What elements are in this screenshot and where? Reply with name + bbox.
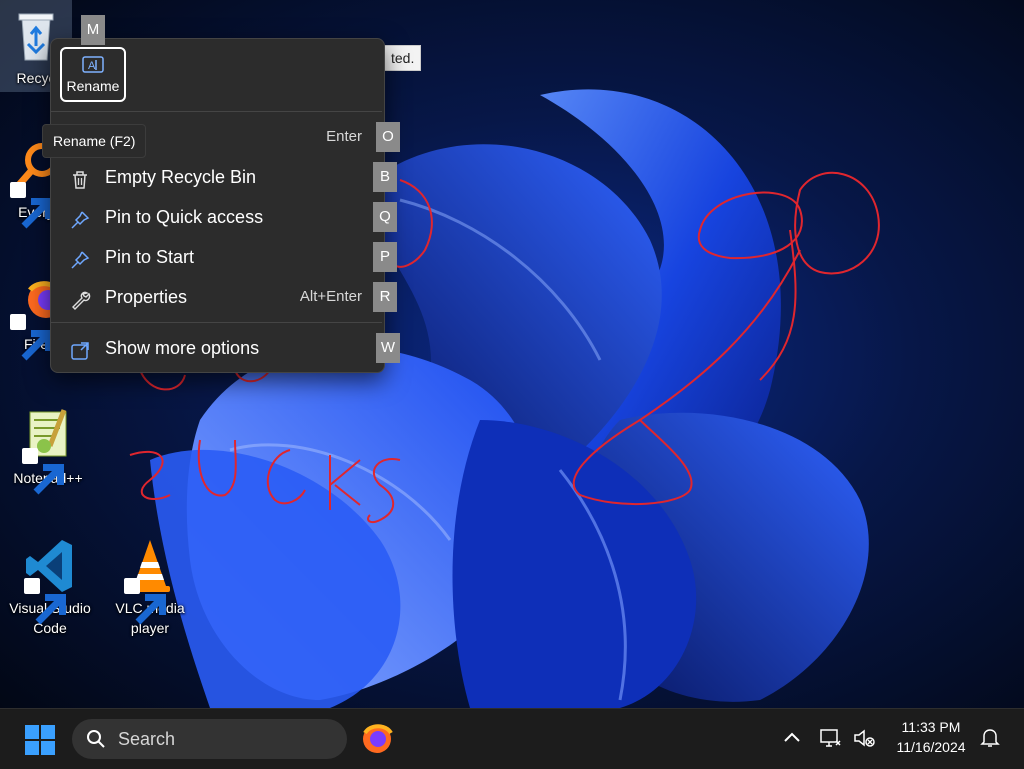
- menu-item-properties-shortcut: Alt+Enter: [299, 288, 362, 305]
- chevron-up-icon[interactable]: [780, 726, 804, 750]
- rename-button[interactable]: A Rename: [60, 47, 126, 102]
- search-icon: [86, 729, 106, 749]
- taskbar-search-box[interactable]: Search: [72, 719, 347, 759]
- shortcut-arrow-icon: [124, 578, 166, 625]
- rename-icon: A: [62, 54, 124, 76]
- taskbar: Search 11:33 PM 11/16/2024: [0, 708, 1024, 769]
- menu-item-pin-to-start-label: Pin to Start: [105, 247, 195, 267]
- menu-item-pin-quick-access-label: Pin to Quick access: [105, 207, 264, 227]
- access-key-badge-pin-start: P: [373, 242, 397, 272]
- menu-item-open-shortcut: Enter: [326, 128, 362, 145]
- access-key-badge-empty: B: [373, 162, 397, 192]
- clock-date: 11/16/2024: [896, 739, 966, 755]
- menu-item-properties-label: Properties: [105, 287, 188, 307]
- taskbar-clock[interactable]: 11:33 PM 11/16/2024: [884, 717, 978, 757]
- shortcut-arrow-icon: [10, 182, 52, 229]
- access-key-badge-open: O: [376, 122, 400, 152]
- search-placeholder: Search: [118, 729, 176, 749]
- menu-separator: [51, 322, 382, 323]
- shortcut-arrow-icon: [24, 578, 66, 625]
- taskbar-firefox-button[interactable]: [360, 721, 394, 755]
- share-icon: [69, 338, 91, 360]
- pin-icon: [69, 207, 91, 229]
- access-key-badge-properties: R: [373, 282, 397, 312]
- volume-muted-icon[interactable]: [852, 726, 876, 750]
- context-menu: A Rename Enter Empty Recycle Bin Pin to …: [50, 38, 385, 373]
- rename-tooltip: Rename (F2): [42, 124, 147, 158]
- menu-item-show-more-options[interactable]: Show more options: [57, 330, 378, 366]
- start-button[interactable]: [20, 723, 60, 757]
- clock-time: 11:33 PM: [901, 719, 961, 735]
- visual-studio-code-desktop-icon[interactable]: Visual Studio Code: [4, 536, 96, 638]
- trash-icon: [69, 167, 91, 189]
- vscode-icon: [22, 536, 78, 625]
- firefox-icon: [363, 724, 393, 753]
- notepad-plus-plus-desktop-icon[interactable]: Notepad++: [2, 406, 94, 495]
- network-icon[interactable]: [818, 726, 842, 750]
- access-key-badge-rename: M: [81, 15, 105, 45]
- rename-label: Rename: [66, 78, 120, 94]
- menu-item-properties[interactable]: Properties Alt+Enter: [57, 279, 378, 315]
- menu-item-pin-to-start[interactable]: Pin to Start: [57, 239, 378, 275]
- menu-item-empty-recycle-bin[interactable]: Empty Recycle Bin: [57, 159, 378, 195]
- wrench-icon: [69, 287, 91, 310]
- notepad-plus-plus-icon: [20, 406, 76, 495]
- vlc-desktop-icon[interactable]: VLC media player: [104, 536, 196, 638]
- menu-item-empty-recycle-bin-label: Empty Recycle Bin: [105, 167, 257, 187]
- pin-icon: [69, 247, 91, 269]
- menu-item-show-more-options-label: Show more options: [105, 338, 260, 358]
- partial-tooltip: ted.: [384, 45, 422, 71]
- vlc-cone-icon: [122, 536, 178, 625]
- windows-logo-icon: [25, 725, 55, 755]
- shortcut-arrow-icon: [22, 448, 64, 495]
- access-key-badge-quick-access: Q: [373, 202, 397, 232]
- access-key-badge-more-options: W: [376, 333, 400, 363]
- menu-separator: [51, 111, 382, 112]
- svg-text:A: A: [88, 60, 96, 72]
- shortcut-arrow-icon: [10, 314, 52, 361]
- notification-bell-icon[interactable]: [978, 726, 1002, 750]
- menu-item-pin-quick-access[interactable]: Pin to Quick access: [57, 199, 378, 235]
